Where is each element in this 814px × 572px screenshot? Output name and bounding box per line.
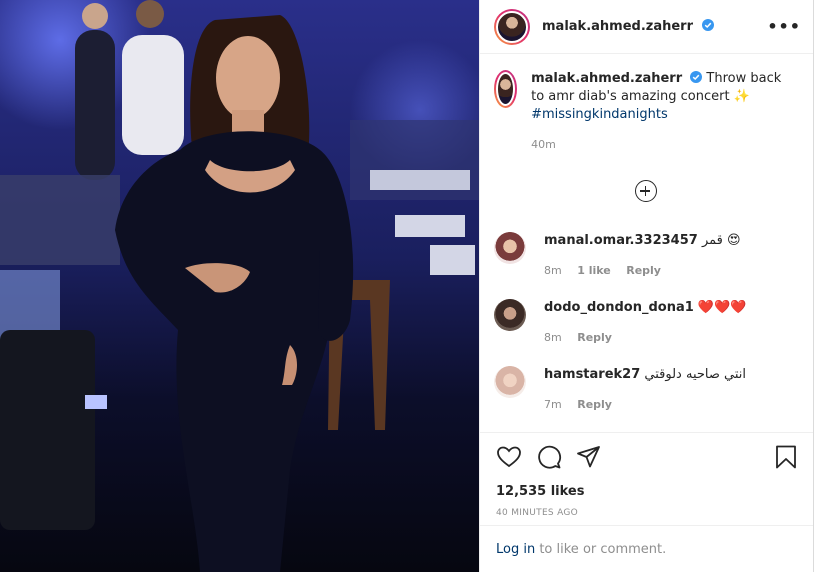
comment-body: manal.omar.3323457 قمر 😍 8m 1 like Reply [544,232,741,280]
comment-avatar[interactable] [494,232,526,264]
comment-item: manal.omar.3323457 قمر 😍 8m 1 like Reply [494,232,797,280]
username-text[interactable]: malak.ahmed.zaherr [542,19,693,34]
comment-avatar[interactable] [494,366,526,398]
username-link[interactable]: malak.ahmed.zaherr [542,19,714,34]
caption-avatar-image [496,72,516,106]
comment-body: hamstarek27 انتي صاحيه دلوقتي 7m Reply [544,366,746,414]
comment-avatar[interactable] [494,299,526,331]
post-actions: 12,535 likes 40 MINUTES AGO [480,432,813,518]
load-more [494,180,797,202]
comment-text: انتي صاحيه دلوقتي [644,367,747,382]
bookmark-icon[interactable] [773,444,799,470]
reply-button[interactable]: Reply [626,264,661,277]
add-circle-icon[interactable] [634,180,657,202]
login-prompt: Log in to like or comment. [480,525,813,572]
verified-icon [690,71,703,83]
comment-time[interactable]: 7m [544,398,562,411]
avatar-image [496,10,528,43]
comment-time[interactable]: 8m [544,331,562,344]
comment-text: قمر 😍 [701,233,741,248]
comment-username[interactable]: manal.omar.3323457 [544,233,698,248]
comment-icon[interactable] [536,444,562,470]
comments-list: malak.ahmed.zaherr Throw back to amr dia… [480,54,813,430]
login-link[interactable]: Log in [496,542,535,557]
caption: malak.ahmed.zaherr Throw back to amr dia… [494,70,797,154]
comment-likes[interactable]: 1 like [577,264,611,277]
likes-count[interactable]: 12,535 likes [496,484,799,499]
comment-meta: 8m 1 like Reply [544,262,741,280]
caption-time[interactable]: 40m [531,136,797,154]
action-icons [496,443,799,471]
reply-button[interactable]: Reply [577,331,612,344]
comment-meta: 8m Reply [544,329,746,347]
photo-scene [0,0,479,572]
login-rest: to like or comment. [535,541,667,557]
share-icon[interactable] [576,444,602,470]
more-icon[interactable]: ••• [767,17,801,36]
heart-icon[interactable] [496,444,522,470]
comment-item: hamstarek27 انتي صاحيه دلوقتي 7m Reply [494,366,797,414]
comment-text: ❤️❤️❤️ [697,300,747,315]
post-photo[interactable] [0,0,479,572]
comment-meta: 7m Reply [544,396,746,414]
comment-username[interactable]: dodo_dondon_dona1 [544,300,694,315]
caption-username[interactable]: malak.ahmed.zaherr [531,71,682,86]
caption-body: malak.ahmed.zaherr Throw back to amr dia… [531,70,797,154]
reply-button[interactable]: Reply [577,398,612,411]
caption-avatar[interactable] [494,70,518,108]
comment-item: dodo_dondon_dona1 ❤️❤️❤️ 8m Reply [494,299,797,347]
comment-username[interactable]: hamstarek27 [544,367,640,382]
hashtag-link[interactable]: #missingkindanights [531,107,668,122]
comment-body: dodo_dondon_dona1 ❤️❤️❤️ 8m Reply [544,299,746,347]
post-timestamp[interactable]: 40 MINUTES AGO [496,508,799,518]
verified-icon [701,19,714,31]
avatar[interactable] [494,8,530,45]
post-side-panel: malak.ahmed.zaherr ••• malak.ahmed.zaher… [479,0,813,572]
comment-time[interactable]: 8m [544,264,562,277]
post-header: malak.ahmed.zaherr ••• [480,0,813,54]
post-dialog: malak.ahmed.zaherr ••• malak.ahmed.zaher… [0,0,814,572]
